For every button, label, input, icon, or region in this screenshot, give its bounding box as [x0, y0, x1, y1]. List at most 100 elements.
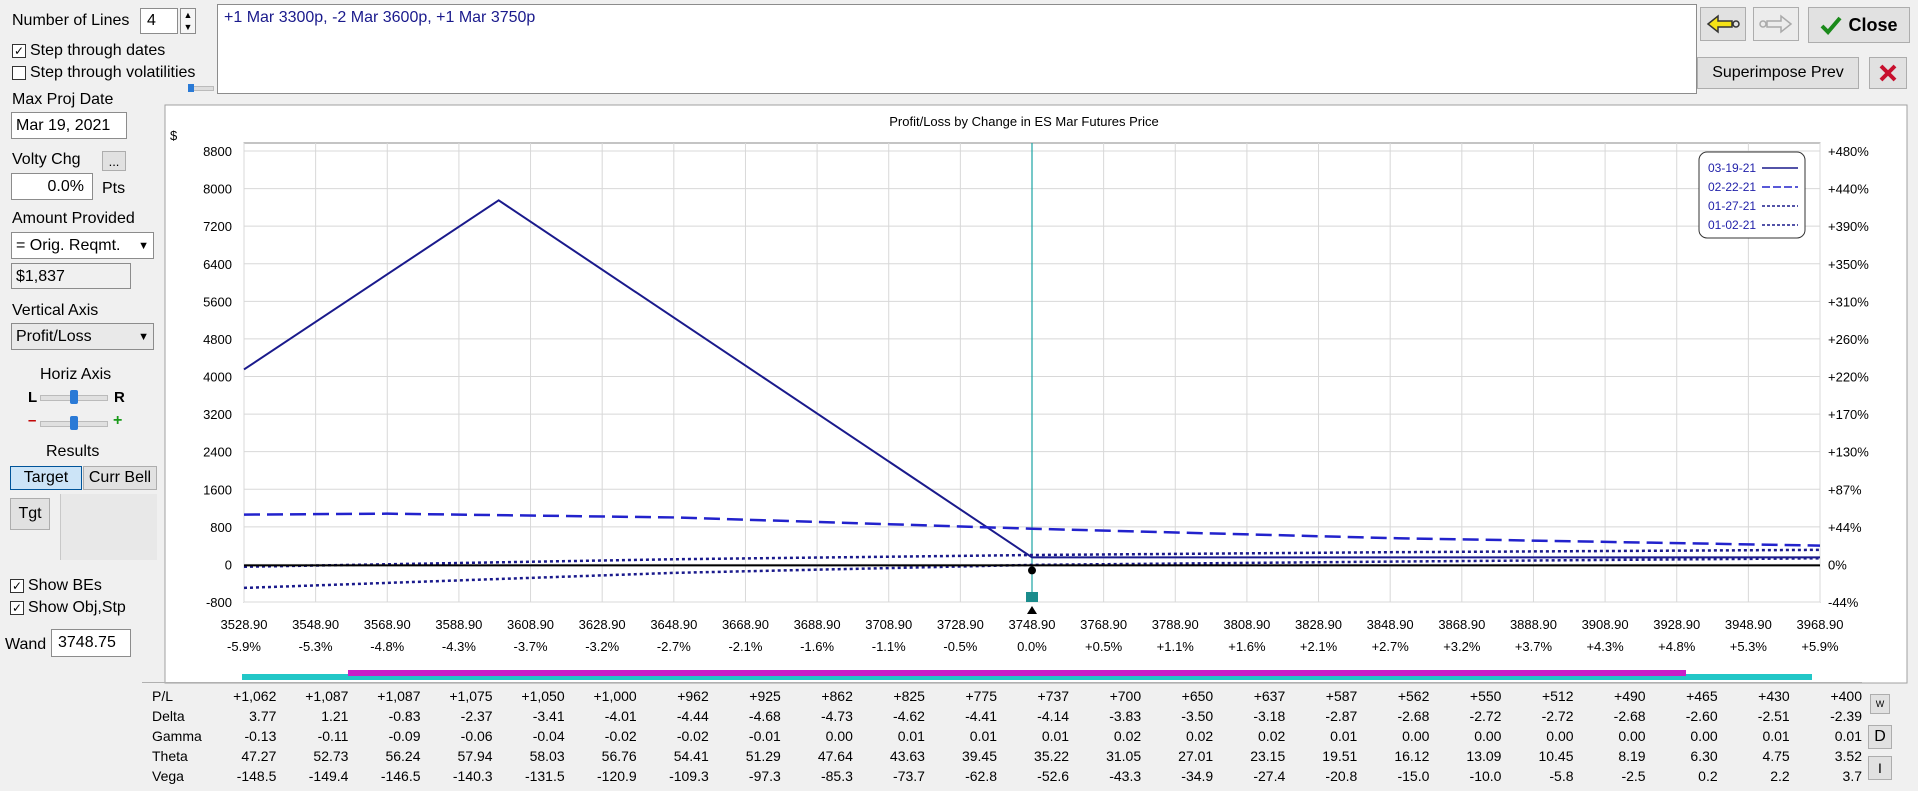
x-pct-tick-label: +0.5%	[1085, 639, 1123, 654]
pl-chart[interactable]: Profit/Loss by Change in ES Mar Futures …	[164, 104, 1908, 684]
y-tick-label: 7200	[203, 219, 232, 234]
table-cell: -15.0	[1397, 768, 1430, 784]
number-of-lines-label: Number of Lines	[12, 12, 130, 29]
legend-entry: 02-22-21	[1708, 180, 1756, 194]
table-cell: +490	[1614, 688, 1646, 704]
number-of-lines-input[interactable]: 4	[140, 8, 178, 34]
row-header: Gamma	[152, 728, 202, 744]
x-tick-label: 3868.90	[1438, 617, 1485, 632]
table-cell: 8.19	[1618, 748, 1646, 764]
table-cell: 0.01	[1330, 728, 1358, 744]
vol-step-slider[interactable]	[188, 84, 214, 92]
x-tick-label: 3828.90	[1295, 617, 1342, 632]
x-tick-label: 3548.90	[292, 617, 339, 632]
y2-tick-label: +220%	[1828, 370, 1869, 385]
target-button[interactable]: Target	[10, 466, 82, 490]
close-button[interactable]: Close	[1808, 7, 1910, 43]
x-pct-tick-label: -2.7%	[657, 639, 691, 654]
table-cell: +1,075	[449, 688, 493, 704]
table-cell: -85.3	[820, 768, 853, 784]
y2-tick-label: +480%	[1828, 144, 1869, 159]
x-tick-label: 3808.90	[1223, 617, 1270, 632]
table-side-i-button[interactable]: I	[1868, 756, 1892, 780]
y-tick-label: 1600	[203, 482, 232, 497]
table-row: Vega -148.5 -149.4 -146.5 -140.3 -131.5 -120.9…	[142, 766, 1862, 786]
position-text-input[interactable]: +1 Mar 3300p, -2 Mar 3600p, +1 Mar 3750p	[217, 4, 1697, 94]
y-tick-label: 4800	[203, 332, 232, 347]
horiz-zoom-slider[interactable]	[40, 416, 108, 430]
number-of-lines-spinner[interactable]: ▲ ▼	[180, 8, 196, 34]
y-tick-label: 800	[210, 520, 232, 535]
table-cell: 0.01	[897, 728, 925, 744]
table-cell: 0.01	[969, 728, 998, 744]
table-cell: 27.01	[1178, 748, 1214, 764]
table-side-w-button[interactable]: W	[1870, 694, 1890, 714]
table-cell: -4.44	[676, 708, 709, 724]
volty-chg-more-button[interactable]: ...	[102, 151, 126, 171]
wand-marker	[1026, 592, 1038, 602]
y-tick-label: 0	[225, 557, 232, 572]
table-cell: -2.87	[1325, 708, 1358, 724]
table-row: Delta 3.77 1.21 -0.83 -2.37 -3.41 -4.01 -4.44 -4…	[142, 706, 1862, 726]
y-tick-label: 4000	[203, 370, 232, 385]
table-cell: 56.76	[601, 748, 637, 764]
step-volatilities-checkbox[interactable]: Step through volatilities	[12, 64, 195, 82]
show-bes-checkbox[interactable]: ✓ Show BEs	[10, 577, 102, 595]
table-cell: 47.64	[817, 748, 853, 764]
table-cell: -4.14	[1037, 708, 1070, 724]
tgt-button[interactable]: Tgt	[10, 498, 50, 530]
table-cell: -43.3	[1109, 768, 1142, 784]
chart-title: Profit/Loss by Change in ES Mar Futures …	[889, 114, 1159, 129]
table-cell: -2.39	[1830, 708, 1862, 724]
max-proj-date-input[interactable]: Mar 19, 2021	[11, 112, 127, 139]
y-tick-label: 3200	[203, 407, 232, 422]
horiz-r-label: R	[114, 389, 125, 406]
amount-provided-select[interactable]: = Orig. Reqmt. ▼	[11, 232, 154, 259]
table-cell: -0.83	[388, 708, 421, 724]
volty-chg-label: Volty Chg	[12, 151, 81, 168]
wand-input[interactable]: 3748.75	[51, 629, 131, 657]
table-cell: -34.9	[1181, 768, 1214, 784]
checkbox-checked-icon: ✓	[10, 579, 24, 593]
table-cell: 47.27	[241, 748, 277, 764]
table-cell: 0.01	[1762, 728, 1790, 744]
legend: 03-19-21 02-22-21 01-27-21 01-02-21	[1698, 151, 1806, 239]
table-cell: +562	[1397, 688, 1430, 704]
x-pct-tick-label: +3.2%	[1443, 639, 1481, 654]
x-tick-label: 3728.90	[937, 617, 984, 632]
delete-button[interactable]	[1869, 57, 1907, 89]
table-cell: 0.01	[1041, 728, 1070, 744]
x-pct-tick-label: -3.7%	[514, 639, 548, 654]
table-divider	[142, 682, 1862, 683]
superimpose-prev-button[interactable]: Superimpose Prev	[1697, 57, 1859, 89]
table-cell: -2.37	[460, 708, 493, 724]
show-obj-stp-checkbox[interactable]: ✓ Show Obj,Stp	[10, 599, 126, 617]
table-cell: -3.41	[532, 708, 565, 724]
y2-tick-label: 0%	[1828, 557, 1847, 572]
slider-thumb[interactable]	[70, 390, 78, 404]
forward-button[interactable]	[1753, 7, 1799, 41]
table-side-d-button[interactable]: D	[1868, 725, 1892, 749]
curr-bell-button[interactable]: Curr Bell	[83, 466, 157, 490]
vertical-axis-select[interactable]: Profit/Loss ▼	[11, 323, 154, 350]
horiz-lr-slider[interactable]	[40, 390, 108, 404]
volty-chg-input[interactable]: 0.0%	[11, 173, 93, 200]
table-cell: -0.11	[317, 728, 349, 744]
step-dates-checkbox[interactable]: ✓ Step through dates	[12, 42, 165, 60]
back-button[interactable]	[1700, 7, 1746, 41]
x-pct-tick-label: +3.7%	[1515, 639, 1553, 654]
x-tick-label: 3688.90	[794, 617, 841, 632]
table-cell: -140.3	[452, 768, 493, 784]
x-pct-tick-label: +1.1%	[1157, 639, 1195, 654]
table-cell: +650	[1181, 688, 1214, 704]
y-tick-label: 8800	[203, 144, 232, 159]
x-tick-label: 3968.90	[1797, 617, 1844, 632]
slider-thumb[interactable]	[70, 416, 78, 430]
y-tick-label: 6400	[203, 257, 232, 272]
table-cell: 52.73	[313, 748, 349, 764]
x-tick-label: 3648.90	[650, 617, 697, 632]
x-pct-tick-label: +2.1%	[1300, 639, 1338, 654]
checkbox-unchecked-icon	[12, 66, 26, 80]
x-pct-tick-label: +2.7%	[1372, 639, 1410, 654]
table-cell: +587	[1325, 688, 1358, 704]
